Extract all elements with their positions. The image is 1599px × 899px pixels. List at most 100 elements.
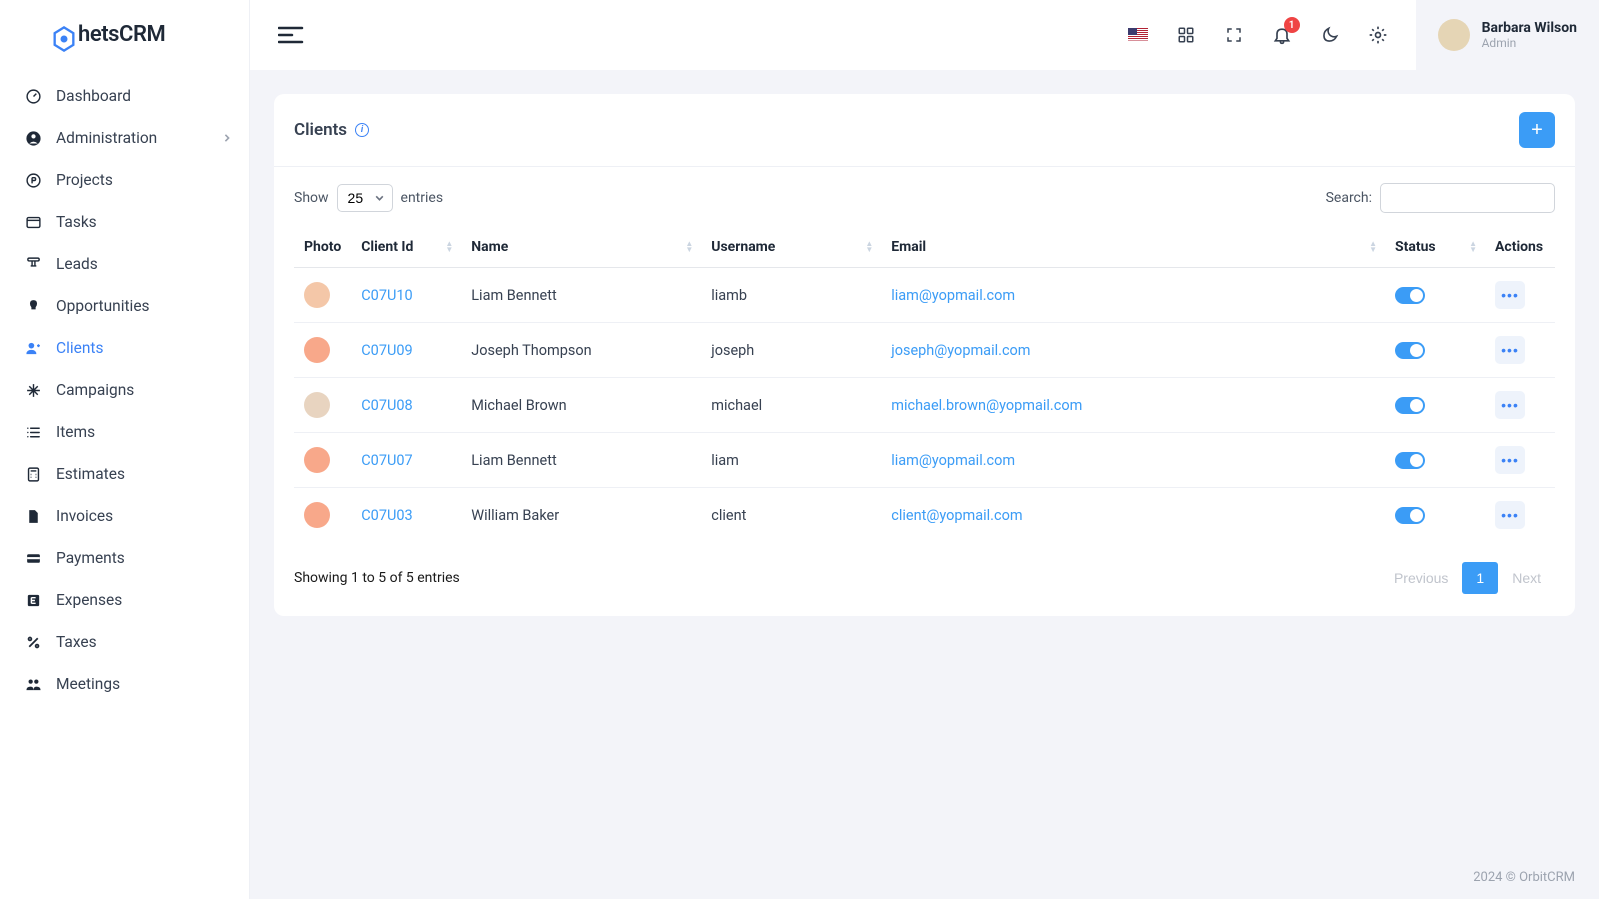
client-email-link[interactable]: liam@yopmail.com	[891, 287, 1015, 304]
nav-opportunities[interactable]: Opportunities	[0, 285, 249, 327]
nav-dashboard[interactable]: Dashboard	[0, 75, 249, 117]
nav-label: Invoices	[56, 507, 113, 525]
card-header: Clients i +	[274, 94, 1575, 167]
file-icon	[24, 507, 42, 525]
row-actions-button[interactable]: •••	[1495, 501, 1525, 529]
client-id-link[interactable]: C07U10	[361, 287, 412, 304]
client-id-link[interactable]: C07U08	[361, 397, 412, 414]
settings-button[interactable]	[1368, 25, 1388, 45]
sort-icon: ▲▼	[685, 241, 693, 253]
client-email-link[interactable]: michael.brown@yopmail.com	[891, 397, 1082, 414]
nav-label: Projects	[56, 171, 113, 189]
search-label: Search:	[1326, 190, 1372, 206]
logo-icon	[50, 25, 78, 53]
nav-invoices[interactable]: Invoices	[0, 495, 249, 537]
nav-label: Tasks	[56, 213, 97, 231]
nav-projects[interactable]: Projects	[0, 159, 249, 201]
logo[interactable]: hetsCRM	[0, 0, 249, 65]
client-avatar	[304, 282, 330, 308]
client-name: Joseph Thompson	[461, 323, 701, 378]
user-menu[interactable]: Barbara Wilson Admin	[1416, 0, 1599, 70]
percent-icon	[24, 633, 42, 651]
table-row: C07U07 Liam Bennett liam liam@yopmail.co…	[294, 433, 1555, 488]
nav-estimates[interactable]: Estimates	[0, 453, 249, 495]
phone-icon	[24, 255, 42, 273]
sort-icon: ▲▼	[445, 241, 453, 253]
snowflake-icon	[24, 381, 42, 399]
user-role: Admin	[1482, 36, 1577, 50]
gauge-icon	[24, 87, 42, 105]
search-input[interactable]	[1380, 183, 1555, 213]
nav-administration[interactable]: Administration	[0, 117, 249, 159]
list-icon	[24, 423, 42, 441]
page-size-select[interactable]: 25	[337, 184, 393, 212]
nav-tasks[interactable]: Tasks	[0, 201, 249, 243]
next-button[interactable]: Next	[1498, 562, 1555, 594]
nav-leads[interactable]: Leads	[0, 243, 249, 285]
window-icon	[24, 213, 42, 231]
client-id-link[interactable]: C07U07	[361, 452, 412, 469]
status-toggle[interactable]	[1395, 287, 1425, 304]
table-row: C07U10 Liam Bennett liamb liam@yopmail.c…	[294, 268, 1555, 323]
nav-meetings[interactable]: Meetings	[0, 663, 249, 705]
col-name[interactable]: Name▲▼	[461, 227, 701, 268]
sort-icon: ▲▼	[865, 241, 873, 253]
calculator-icon	[24, 465, 42, 483]
menu-toggle-button[interactable]	[278, 26, 304, 44]
nav-label: Taxes	[56, 633, 97, 651]
status-toggle[interactable]	[1395, 397, 1425, 414]
client-avatar	[304, 337, 330, 363]
credit-card-icon	[24, 549, 42, 567]
client-id-link[interactable]: C07U09	[361, 342, 412, 359]
client-email-link[interactable]: joseph@yopmail.com	[891, 342, 1030, 359]
table-row: C07U03 William Baker client client@yopma…	[294, 488, 1555, 543]
notifications-button[interactable]: 1	[1272, 25, 1292, 45]
prev-button[interactable]: Previous	[1380, 562, 1462, 594]
client-username: joseph	[701, 323, 881, 378]
client-name: Liam Bennett	[461, 268, 701, 323]
status-toggle[interactable]	[1395, 452, 1425, 469]
nav-payments[interactable]: Payments	[0, 537, 249, 579]
language-flag[interactable]	[1128, 28, 1148, 42]
nav-expenses[interactable]: Expenses	[0, 579, 249, 621]
col-client-id[interactable]: Client Id▲▼	[351, 227, 461, 268]
theme-button[interactable]	[1320, 25, 1340, 45]
col-photo: Photo	[294, 227, 351, 268]
chevron-right-icon	[223, 134, 231, 142]
grid-icon	[1177, 26, 1195, 44]
client-id-link[interactable]: C07U03	[361, 507, 412, 524]
row-actions-button[interactable]: •••	[1495, 391, 1525, 419]
add-client-button[interactable]: +	[1519, 112, 1555, 148]
nav-items[interactable]: Items	[0, 411, 249, 453]
apps-button[interactable]	[1176, 25, 1196, 45]
status-toggle[interactable]	[1395, 342, 1425, 359]
fullscreen-button[interactable]	[1224, 25, 1244, 45]
col-username[interactable]: Username▲▼	[701, 227, 881, 268]
col-email[interactable]: Email▲▼	[881, 227, 1385, 268]
sort-icon: ▲▼	[1369, 241, 1377, 253]
topbar: 1 Barbara Wilson Admin	[250, 0, 1599, 70]
moon-icon	[1320, 26, 1339, 45]
col-status[interactable]: Status▲▼	[1385, 227, 1485, 268]
client-username: liam	[701, 433, 881, 488]
status-toggle[interactable]	[1395, 507, 1425, 524]
page-title: Clients i	[294, 120, 369, 140]
nav-campaigns[interactable]: Campaigns	[0, 369, 249, 411]
row-actions-button[interactable]: •••	[1495, 281, 1525, 309]
nav-clients[interactable]: Clients	[0, 327, 249, 369]
e-square-icon	[24, 591, 42, 609]
client-avatar	[304, 447, 330, 473]
nav-label: Estimates	[56, 465, 125, 483]
row-actions-button[interactable]: •••	[1495, 336, 1525, 364]
nav-taxes[interactable]: Taxes	[0, 621, 249, 663]
client-email-link[interactable]: liam@yopmail.com	[891, 452, 1015, 469]
nav-label: Payments	[56, 549, 125, 567]
table-row: C07U09 Joseph Thompson joseph joseph@yop…	[294, 323, 1555, 378]
nav-label: Items	[56, 423, 95, 441]
page-1-button[interactable]: 1	[1462, 562, 1498, 594]
client-email-link[interactable]: client@yopmail.com	[891, 507, 1022, 524]
info-icon[interactable]: i	[355, 123, 369, 137]
menu-icon	[278, 26, 304, 44]
row-actions-button[interactable]: •••	[1495, 446, 1525, 474]
client-username: michael	[701, 378, 881, 433]
